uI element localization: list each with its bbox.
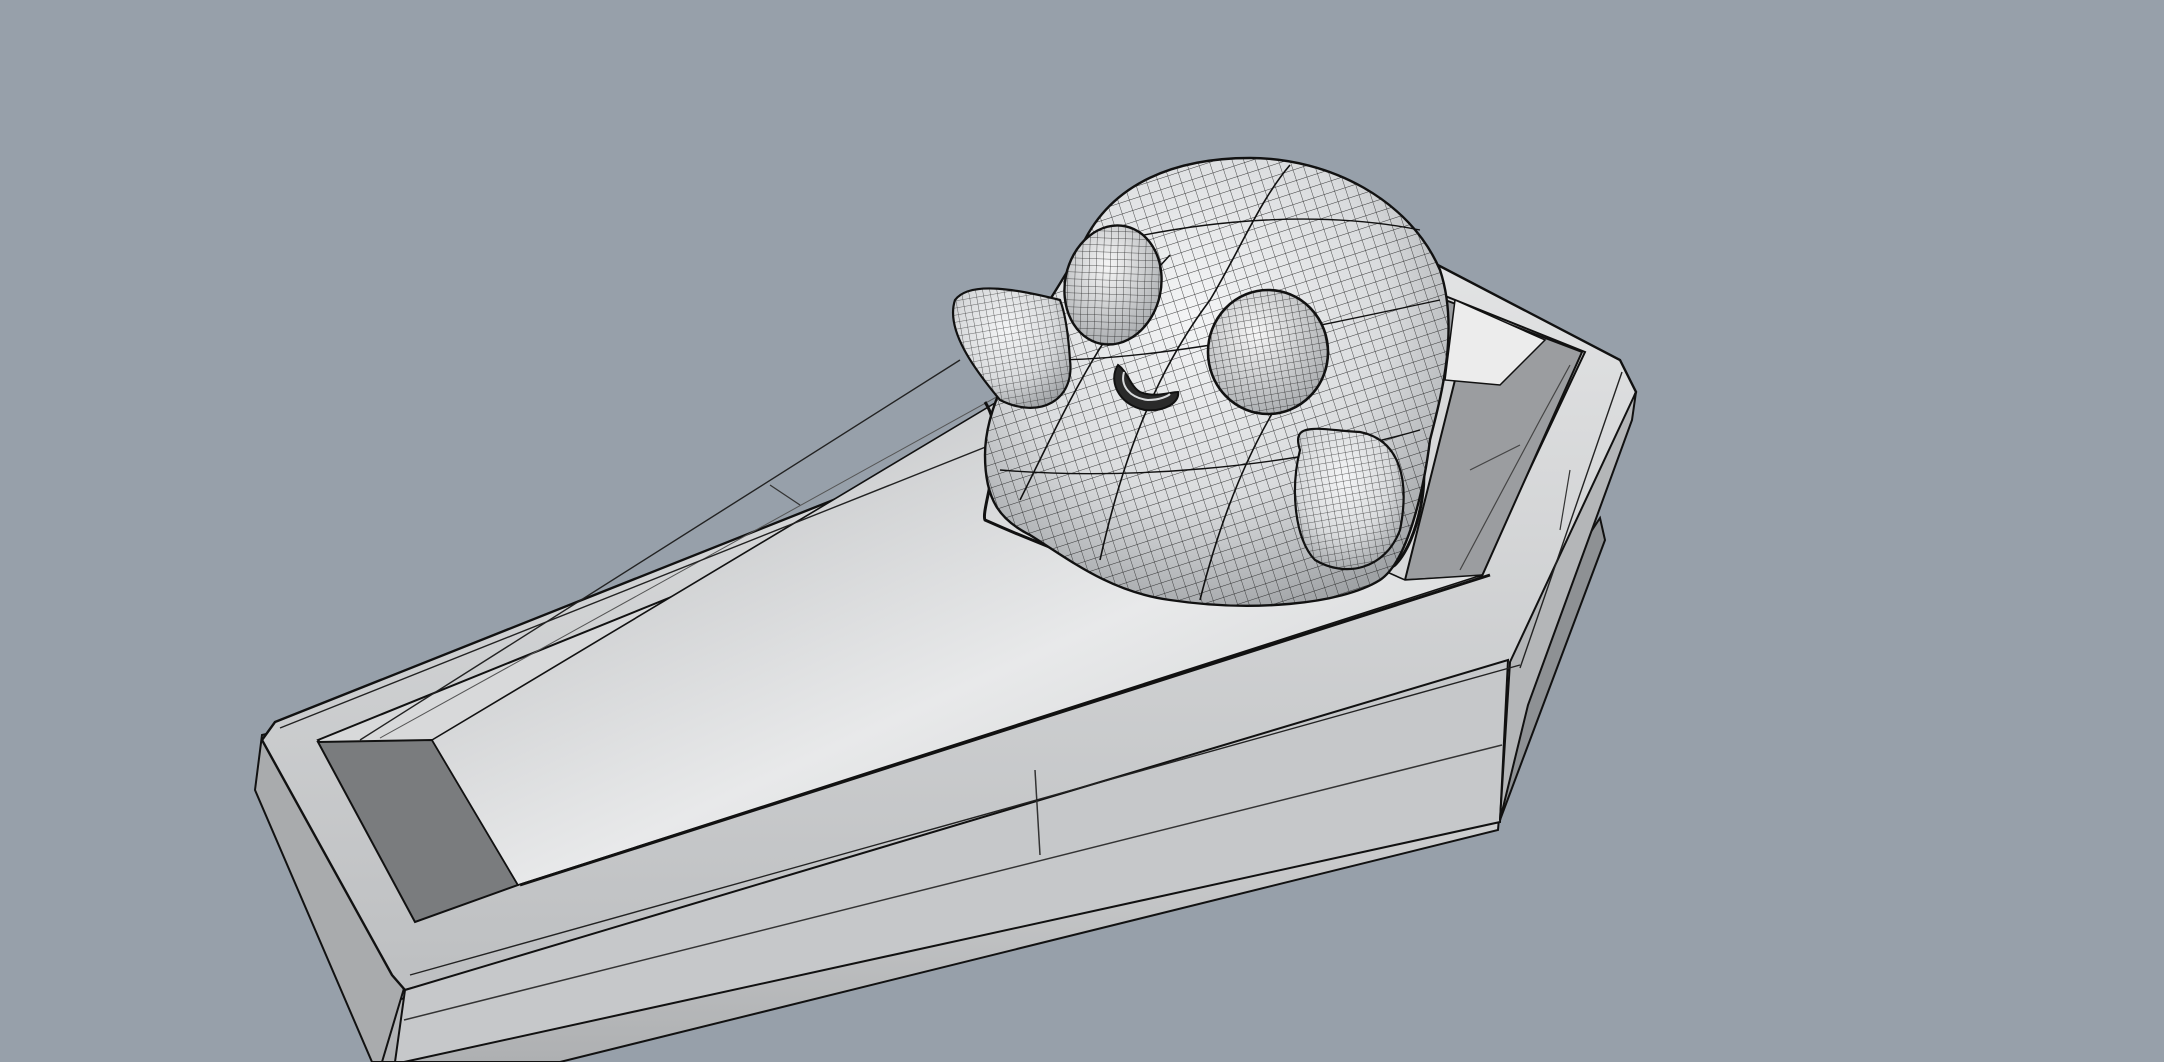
- 3d-viewport[interactable]: [0, 0, 2164, 1062]
- 3d-scene: [253, 156, 1638, 1062]
- ghost-model[interactable]: [952, 156, 1450, 607]
